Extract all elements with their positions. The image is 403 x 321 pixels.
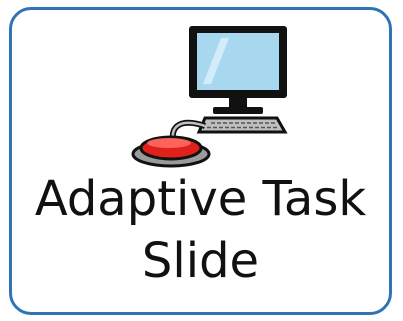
card-label-line-1: Adaptive Task xyxy=(34,171,367,227)
symbol-card[interactable]: Adaptive Task Slide xyxy=(9,7,392,315)
card-label-line-2: Slide xyxy=(141,233,260,289)
card-label: Adaptive Task Slide xyxy=(12,168,389,292)
computer-with-switch-icon xyxy=(131,26,288,168)
